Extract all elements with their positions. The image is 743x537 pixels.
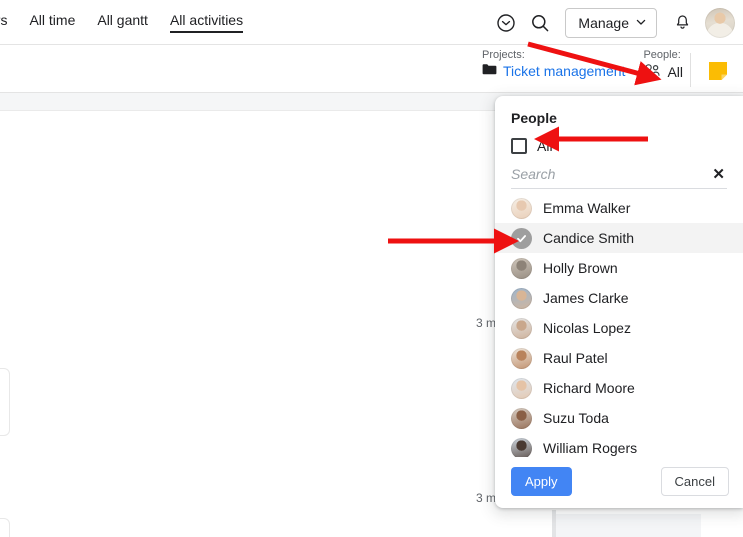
list-item-label: Candice Smith (543, 230, 635, 246)
nav-tab-list: ars All time All gantt All activities (0, 0, 244, 45)
avatar (511, 257, 532, 279)
close-icon[interactable]: ✕ (710, 167, 727, 182)
avatar (511, 347, 532, 369)
list-item[interactable]: Emma Walker (495, 193, 743, 223)
tab-all-gantt[interactable]: All gantt (97, 12, 148, 33)
projects-filter: Projects: Ticket management (482, 48, 625, 79)
top-navigation-bar: ars All time All gantt All activities Ma… (0, 0, 743, 45)
search-icon[interactable] (523, 6, 557, 40)
popover-title: People (511, 110, 557, 126)
filter-bar-divider (690, 53, 691, 87)
chevron-down-icon (635, 15, 647, 31)
activity-timestamp: 3 m (476, 316, 497, 330)
people-search-row: ✕ (511, 166, 727, 189)
list-item[interactable]: Raul Patel (495, 343, 743, 373)
projects-value: Ticket management (503, 63, 626, 79)
tab-ars[interactable]: ars (0, 12, 7, 33)
background-panel (556, 514, 701, 537)
people-icon (643, 63, 661, 80)
list-item[interactable]: William Rogers (495, 433, 743, 457)
avatar (511, 317, 532, 339)
avatar (511, 437, 532, 457)
list-item[interactable]: Holly Brown (495, 253, 743, 283)
clock-chevron-icon[interactable] (489, 6, 523, 40)
list-item[interactable]: Nicolas Lopez (495, 313, 743, 343)
projects-label: Projects: (482, 49, 525, 61)
people-label: People: (643, 49, 681, 61)
background-card (0, 518, 10, 537)
list-item-label: Raul Patel (543, 350, 608, 366)
activity-timestamp: 3 m (476, 491, 497, 505)
avatar (511, 407, 532, 429)
people-filter-value[interactable]: All (643, 63, 683, 80)
avatar[interactable] (705, 7, 735, 38)
list-item[interactable]: Richard Moore (495, 373, 743, 403)
people-filter-popover: People All ✕ Emma Walker Candice Smith Hol… (495, 96, 743, 508)
select-all-label: All (537, 138, 553, 154)
list-item[interactable]: Suzu Toda (495, 403, 743, 433)
filter-group-container: Projects: Ticket management People: All (482, 48, 683, 80)
filter-bar: Projects: Ticket management People: All (0, 45, 743, 93)
tab-all-time[interactable]: All time (29, 12, 75, 33)
list-item-label: Richard Moore (543, 380, 635, 396)
people-list: Emma Walker Candice Smith Holly Brown James… (495, 189, 743, 457)
list-item-label: Nicolas Lopez (543, 320, 631, 336)
list-item-label: Emma Walker (543, 200, 631, 216)
select-all-row[interactable]: All (495, 126, 743, 164)
list-item-label: Holly Brown (543, 260, 618, 276)
bell-icon[interactable] (665, 6, 699, 40)
avatar (511, 197, 532, 219)
app-root: ars All time All gantt All activities Ma… (0, 0, 743, 537)
manage-label: Manage (578, 14, 629, 31)
avatar (511, 287, 532, 309)
tab-all-activities[interactable]: All activities (169, 12, 244, 33)
people-filter: People: All (643, 48, 683, 80)
sticky-note-icon[interactable] (703, 57, 733, 85)
cancel-button[interactable]: Cancel (660, 467, 729, 496)
search-input[interactable] (511, 166, 681, 182)
apply-button[interactable]: Apply (511, 467, 572, 496)
list-item-label: James Clarke (543, 290, 629, 306)
popover-footer: Apply Cancel (495, 457, 743, 508)
check-circle-icon (511, 227, 532, 249)
list-item[interactable]: James Clarke (495, 283, 743, 313)
list-item-label: Suzu Toda (543, 410, 609, 426)
select-all-checkbox[interactable] (511, 138, 527, 154)
avatar (511, 377, 532, 399)
list-item[interactable]: Candice Smith (495, 223, 743, 253)
people-value: All (667, 63, 683, 80)
manage-dropdown-button[interactable]: Manage (565, 7, 657, 38)
folder-icon (482, 63, 497, 79)
background-card (0, 368, 10, 436)
projects-filter-value[interactable]: Ticket management (482, 63, 625, 79)
list-item-label: William Rogers (543, 440, 638, 456)
top-nav-actions: Manage (489, 0, 735, 45)
